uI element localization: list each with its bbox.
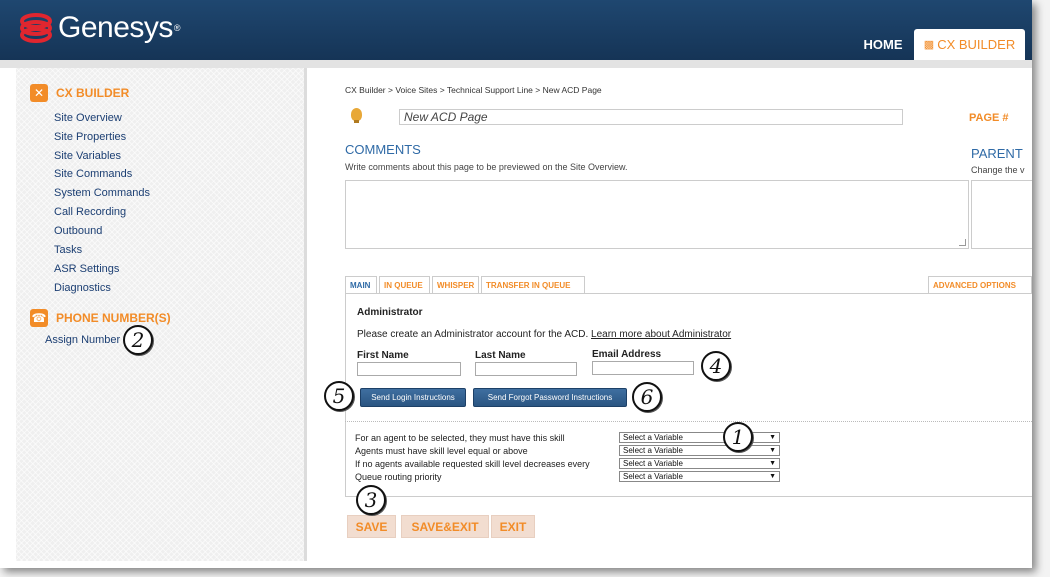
top-header: Genesys ® HOME ▩ CX BUILDER — [0, 0, 1032, 60]
sidebar-item-diagnostics[interactable]: Diagnostics — [54, 282, 111, 294]
comments-hint: Write comments about this page to be pre… — [345, 162, 628, 172]
tab-whisper[interactable]: WHISPER — [432, 276, 479, 293]
nav-cx-builder-label: CX BUILDER — [937, 37, 1016, 52]
tab-advanced-options[interactable]: ADVANCED OPTIONS — [928, 276, 1032, 293]
sidebar: ✕ CX BUILDER Site Overview Site Properti… — [16, 68, 307, 561]
save-and-exit-button[interactable]: SAVE&EXIT — [401, 515, 489, 538]
page-number-label: PAGE # — [969, 112, 1009, 124]
dropdown-arrow-icon: ▼ — [769, 460, 776, 467]
sidebar-title-cx-builder: CX BUILDER — [56, 86, 130, 100]
send-login-instructions-button[interactable]: Send Login Instructions — [360, 388, 466, 407]
logo-text: Genesys — [58, 11, 173, 44]
learn-more-admin-link[interactable]: Learn more about Administrator — [591, 329, 731, 340]
dropdown-arrow-icon: ▼ — [769, 447, 776, 454]
skill-required-label: For an agent to be selected, they must h… — [355, 433, 565, 443]
tab-transfer-in-queue[interactable]: TRANSFER IN QUEUE — [481, 276, 585, 293]
skill-required-select[interactable]: Select a Variable ▼ — [619, 432, 780, 443]
sidebar-title-phone-numbers: PHONE NUMBER(S) — [56, 311, 171, 325]
callout-1: 1 — [723, 422, 753, 452]
sidebar-item-assign-number[interactable]: Assign Number — [45, 334, 120, 346]
exit-button[interactable]: EXIT — [491, 515, 535, 538]
app-window: Genesys ® HOME ▩ CX BUILDER ✕ CX BUILDER … — [0, 0, 1032, 568]
nav-cx-builder-tab[interactable]: ▩ CX BUILDER — [914, 29, 1025, 60]
administrator-instructions: Please create an Administrator account f… — [357, 329, 731, 340]
comments-heading: COMMENTS — [345, 142, 421, 157]
sidebar-item-site-overview[interactable]: Site Overview — [54, 112, 122, 124]
skill-decrease-select[interactable]: Select a Variable ▼ — [619, 458, 780, 469]
queue-priority-value: Select a Variable — [623, 472, 683, 481]
email-address-label: Email Address — [592, 349, 662, 360]
sidebar-item-asr-settings[interactable]: ASR Settings — [54, 263, 119, 275]
sidebar-item-site-properties[interactable]: Site Properties — [54, 131, 126, 143]
lightbulb-icon — [351, 108, 362, 123]
genesys-logo[interactable]: Genesys ® — [18, 10, 181, 46]
logo-trademark: ® — [173, 23, 181, 33]
administrator-instructions-text: Please create an Administrator account f… — [357, 329, 589, 340]
send-forgot-password-button[interactable]: Send Forgot Password Instructions — [473, 388, 627, 407]
parent-select-box[interactable] — [971, 180, 1032, 249]
sidebar-section-cx-builder: ✕ CX BUILDER — [30, 84, 129, 102]
main-content: CX Builder > Voice Sites > Technical Sup… — [307, 68, 1032, 561]
sidebar-item-site-variables[interactable]: Site Variables — [54, 150, 121, 162]
skill-decrease-label: If no agents available requested skill l… — [355, 459, 590, 469]
comments-textarea[interactable] — [345, 180, 969, 249]
parent-heading: PARENT — [971, 146, 1023, 161]
last-name-label: Last Name — [475, 350, 526, 361]
skill-required-value: Select a Variable — [623, 433, 683, 442]
genesys-logo-icon — [20, 13, 52, 43]
sidebar-item-tasks[interactable]: Tasks — [54, 244, 82, 256]
phone-icon: ☎ — [30, 309, 48, 327]
administrator-heading: Administrator — [357, 307, 423, 318]
tab-main[interactable]: MAIN — [345, 276, 377, 294]
callout-3: 3 — [356, 485, 386, 515]
email-address-input[interactable] — [592, 361, 694, 375]
skill-level-value: Select a Variable — [623, 446, 683, 455]
tab-in-queue[interactable]: IN QUEUE — [379, 276, 430, 293]
sidebar-item-outbound[interactable]: Outbound — [54, 225, 102, 237]
callout-2: 2 — [123, 325, 153, 355]
first-name-input[interactable] — [357, 362, 461, 376]
save-button[interactable]: SAVE — [347, 515, 396, 538]
breadcrumb: CX Builder > Voice Sites > Technical Sup… — [345, 85, 602, 95]
queue-priority-select[interactable]: Select a Variable ▼ — [619, 471, 780, 482]
page-title-input[interactable]: New ACD Page — [399, 109, 903, 125]
sidebar-item-call-recording[interactable]: Call Recording — [54, 206, 126, 218]
callout-4: 4 — [701, 351, 731, 381]
tools-icon: ✕ — [30, 84, 48, 102]
callout-5: 5 — [324, 381, 354, 411]
skill-decrease-value: Select a Variable — [623, 459, 683, 468]
nav-home-tab[interactable]: HOME — [852, 29, 914, 60]
callout-6: 6 — [632, 382, 662, 412]
dropdown-arrow-icon: ▼ — [769, 473, 776, 480]
skill-level-label: Agents must have skill level equal or ab… — [355, 446, 528, 456]
dropdown-arrow-icon: ▼ — [769, 434, 776, 441]
sidebar-item-site-commands[interactable]: Site Commands — [54, 168, 132, 180]
first-name-label: First Name — [357, 350, 409, 361]
last-name-input[interactable] — [475, 362, 577, 376]
cx-builder-icon: ▩ — [923, 39, 935, 51]
parent-hint: Change the v — [971, 165, 1025, 175]
header-underbar — [0, 60, 1032, 68]
queue-priority-label: Queue routing priority — [355, 472, 442, 482]
section-divider — [345, 421, 1032, 422]
sidebar-item-system-commands[interactable]: System Commands — [54, 187, 150, 199]
skill-level-select[interactable]: Select a Variable ▼ — [619, 445, 780, 456]
sidebar-section-phone-numbers: ☎ PHONE NUMBER(S) — [30, 309, 171, 327]
